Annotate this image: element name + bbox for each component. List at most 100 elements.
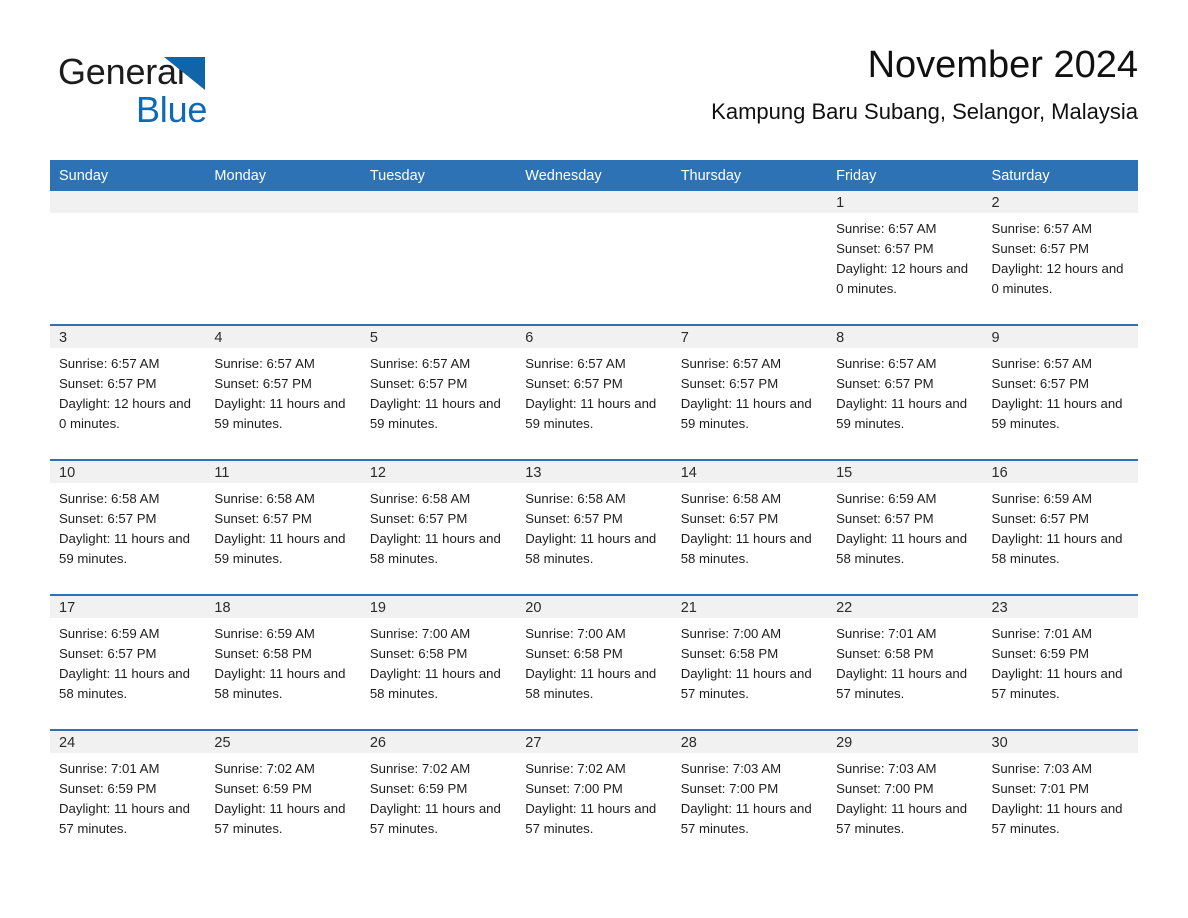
calendar-day-cell[interactable]: 17 Sunrise: 6:59 AM Sunset: 6:57 PM Dayligh…: [50, 594, 206, 730]
day-detail: Sunrise: 7:03 AM Sunset: 7:01 PM Daylight:…: [983, 753, 1138, 839]
calendar-day-cell[interactable]: 4 Sunrise: 6:57 AM Sunset: 6:57 PM Daylight…: [205, 324, 361, 460]
calendar-day-cell-empty: [50, 191, 206, 325]
sunrise-text: Sunrise: 7:01 AM: [836, 626, 937, 641]
day-detail: Sunrise: 6:58 AM Sunset: 6:57 PM Daylight:…: [50, 483, 205, 569]
day-number-band: 15: [827, 461, 983, 483]
day-number: 26: [369, 735, 386, 751]
calendar-day-cell-empty: [516, 191, 672, 325]
calendar-day-cell[interactable]: 1 Sunrise: 6:57 AM Sunset: 6:57 PM Daylight…: [827, 191, 983, 325]
sunrise-text: Sunrise: 6:57 AM: [214, 356, 315, 371]
sunrise-text: Sunrise: 6:57 AM: [836, 221, 937, 236]
sunrise-text: Sunrise: 6:57 AM: [525, 356, 626, 371]
sunset-text: Sunset: 6:58 PM: [836, 646, 934, 661]
sunset-text: Sunset: 6:59 PM: [59, 781, 157, 796]
daylight-text: Daylight: 11 hours and 57 minutes.: [836, 666, 968, 701]
day-number-band: 18: [205, 596, 361, 618]
sunrise-text: Sunrise: 7:02 AM: [369, 761, 471, 776]
sunrise-text: Sunrise: 7:02 AM: [214, 761, 315, 776]
sunset-text: Sunset: 6:58 PM: [680, 646, 779, 661]
calendar-day-cell[interactable]: 21 Sunrise: 7:00 AM Sunset: 6:58 PM Dayligh…: [671, 594, 828, 730]
day-detail: Sunrise: 6:58 AM Sunset: 6:57 PM Daylight:…: [361, 483, 516, 569]
page-header: General Blue November 2024 Kampung Baru …: [50, 40, 1138, 148]
calendar-day-cell[interactable]: 24 Sunrise: 7:01 AM Sunset: 6:59 PM Dayligh…: [50, 729, 206, 864]
calendar-day-cell[interactable]: 9 Sunrise: 6:57 AM Sunset: 6:57 PM Daylight…: [982, 324, 1138, 460]
day-number-band: 24: [50, 731, 206, 753]
calendar-day-cell[interactable]: 20 Sunrise: 7:00 AM Sunset: 6:58 PM Dayligh…: [516, 594, 672, 730]
calendar-day-cell[interactable]: 8 Sunrise: 6:57 AM Sunset: 6:57 PM Daylight…: [827, 324, 983, 460]
calendar-day-cell[interactable]: 16 Sunrise: 6:59 AM Sunset: 6:57 PM Dayligh…: [982, 459, 1138, 595]
day-number-band: [360, 191, 517, 213]
day-detail: Sunrise: 6:59 AM Sunset: 6:57 PM Daylight:…: [827, 483, 982, 569]
calendar-day-cell-empty: [205, 191, 361, 325]
day-number-band: 12: [360, 461, 517, 483]
day-number-band: 16: [982, 461, 1138, 483]
day-number: 25: [214, 735, 231, 751]
calendar-day-cell[interactable]: 7 Sunrise: 6:57 AM Sunset: 6:57 PM Daylight…: [671, 324, 828, 460]
day-detail: Sunrise: 6:58 AM Sunset: 6:57 PM Daylight:…: [205, 483, 360, 569]
calendar-day-cell[interactable]: 22 Sunrise: 7:01 AM Sunset: 6:58 PM Dayligh…: [827, 594, 983, 730]
day-detail: Sunrise: 6:59 AM Sunset: 6:57 PM Daylight:…: [983, 483, 1138, 569]
day-number: 4: [214, 330, 223, 346]
calendar-day-cell[interactable]: 15 Sunrise: 6:59 AM Sunset: 6:57 PM Dayligh…: [827, 459, 983, 595]
calendar-day-cell[interactable]: 26 Sunrise: 7:02 AM Sunset: 6:59 PM Dayligh…: [360, 729, 517, 864]
day-detail: Sunrise: 7:03 AM Sunset: 7:00 PM Daylight:…: [672, 753, 827, 839]
calendar-day-cell[interactable]: 2 Sunrise: 6:57 AM Sunset: 6:57 PM Daylight…: [982, 191, 1138, 325]
calendar-table: Sunday Monday Tuesday Wednesday Thursday…: [50, 160, 1138, 864]
day-number-band: 27: [516, 731, 672, 753]
day-number: 9: [991, 330, 1000, 346]
day-number: 21: [680, 600, 697, 616]
sunrise-text: Sunrise: 7:01 AM: [59, 761, 160, 776]
calendar-day-cell[interactable]: 30 Sunrise: 7:03 AM Sunset: 7:01 PM Dayligh…: [982, 729, 1138, 864]
calendar-day-cell[interactable]: 23 Sunrise: 7:01 AM Sunset: 6:59 PM Dayligh…: [982, 594, 1138, 730]
title-block: November 2024 Kampung Baru Subang, Selan…: [711, 40, 1138, 128]
day-detail: Sunrise: 7:00 AM Sunset: 6:58 PM Daylight:…: [361, 618, 516, 704]
day-number: 13: [525, 465, 542, 481]
sunrise-text: Sunrise: 6:57 AM: [680, 356, 782, 371]
day-number: 17: [59, 600, 76, 616]
calendar-day-cell[interactable]: 28 Sunrise: 7:03 AM Sunset: 7:00 PM Dayligh…: [671, 729, 828, 864]
daylight-text: Daylight: 11 hours and 57 minutes.: [214, 801, 346, 836]
calendar-day-cell[interactable]: 12 Sunrise: 6:58 AM Sunset: 6:57 PM Dayligh…: [360, 459, 517, 595]
weekday-header-saturday: Saturday: [982, 160, 1138, 191]
calendar-day-cell[interactable]: 3 Sunrise: 6:57 AM Sunset: 6:57 PM Daylight…: [50, 324, 206, 460]
sunrise-text: Sunrise: 7:00 AM: [680, 626, 782, 641]
day-number: 29: [836, 735, 853, 751]
sunrise-text: Sunrise: 7:01 AM: [991, 626, 1092, 641]
calendar-day-cell[interactable]: 18 Sunrise: 6:59 AM Sunset: 6:58 PM Dayligh…: [205, 594, 361, 730]
calendar-day-cell[interactable]: 6 Sunrise: 6:57 AM Sunset: 6:57 PM Daylight…: [516, 324, 672, 460]
daylight-text: Daylight: 11 hours and 57 minutes.: [525, 801, 657, 836]
calendar-day-cell[interactable]: 11 Sunrise: 6:58 AM Sunset: 6:57 PM Dayligh…: [205, 459, 361, 595]
calendar-day-cell[interactable]: 25 Sunrise: 7:02 AM Sunset: 6:59 PM Dayligh…: [205, 729, 361, 864]
sunrise-text: Sunrise: 6:59 AM: [991, 491, 1092, 506]
calendar-day-cell[interactable]: 5 Sunrise: 6:57 AM Sunset: 6:57 PM Daylight…: [360, 324, 517, 460]
day-number-band: 6: [516, 326, 672, 348]
daylight-text: Daylight: 11 hours and 59 minutes.: [214, 531, 346, 566]
sunrise-text: Sunrise: 6:59 AM: [214, 626, 315, 641]
day-number: [205, 191, 360, 194]
weekday-header-sunday: Sunday: [50, 160, 206, 191]
day-number-band: [671, 191, 828, 213]
day-detail: Sunrise: 6:57 AM Sunset: 6:57 PM Daylight:…: [361, 348, 516, 434]
day-number-band: 22: [827, 596, 983, 618]
calendar-day-cell[interactable]: 14 Sunrise: 6:58 AM Sunset: 6:57 PM Dayligh…: [671, 459, 828, 595]
sunrise-text: Sunrise: 6:58 AM: [680, 491, 782, 506]
day-detail: Sunrise: 6:58 AM Sunset: 6:57 PM Daylight:…: [672, 483, 827, 569]
day-number: 5: [369, 330, 378, 346]
daylight-text: Daylight: 11 hours and 58 minutes.: [59, 666, 190, 701]
daylight-text: Daylight: 11 hours and 58 minutes.: [525, 531, 657, 566]
day-number-band: 14: [671, 461, 828, 483]
daylight-text: Daylight: 12 hours and 0 minutes.: [59, 396, 191, 431]
day-number-band: [516, 191, 672, 213]
calendar-day-cell[interactable]: 10 Sunrise: 6:58 AM Sunset: 6:57 PM Dayligh…: [50, 459, 206, 595]
sunrise-text: Sunrise: 6:57 AM: [991, 221, 1092, 236]
sunset-text: Sunset: 7:00 PM: [525, 781, 623, 796]
sunset-text: Sunset: 6:57 PM: [836, 511, 934, 526]
day-detail: Sunrise: 7:01 AM Sunset: 6:58 PM Daylight:…: [827, 618, 982, 704]
day-number: 12: [369, 465, 386, 481]
sunset-text: Sunset: 6:57 PM: [525, 376, 623, 391]
calendar-day-cell[interactable]: 13 Sunrise: 6:58 AM Sunset: 6:57 PM Dayligh…: [516, 459, 672, 595]
calendar-day-cell[interactable]: 19 Sunrise: 7:00 AM Sunset: 6:58 PM Dayligh…: [360, 594, 517, 730]
calendar-day-cell[interactable]: 29 Sunrise: 7:03 AM Sunset: 7:00 PM Dayligh…: [827, 729, 983, 864]
weekday-header-wednesday: Wednesday: [516, 160, 672, 191]
calendar-day-cell[interactable]: 27 Sunrise: 7:02 AM Sunset: 7:00 PM Dayligh…: [516, 729, 672, 864]
